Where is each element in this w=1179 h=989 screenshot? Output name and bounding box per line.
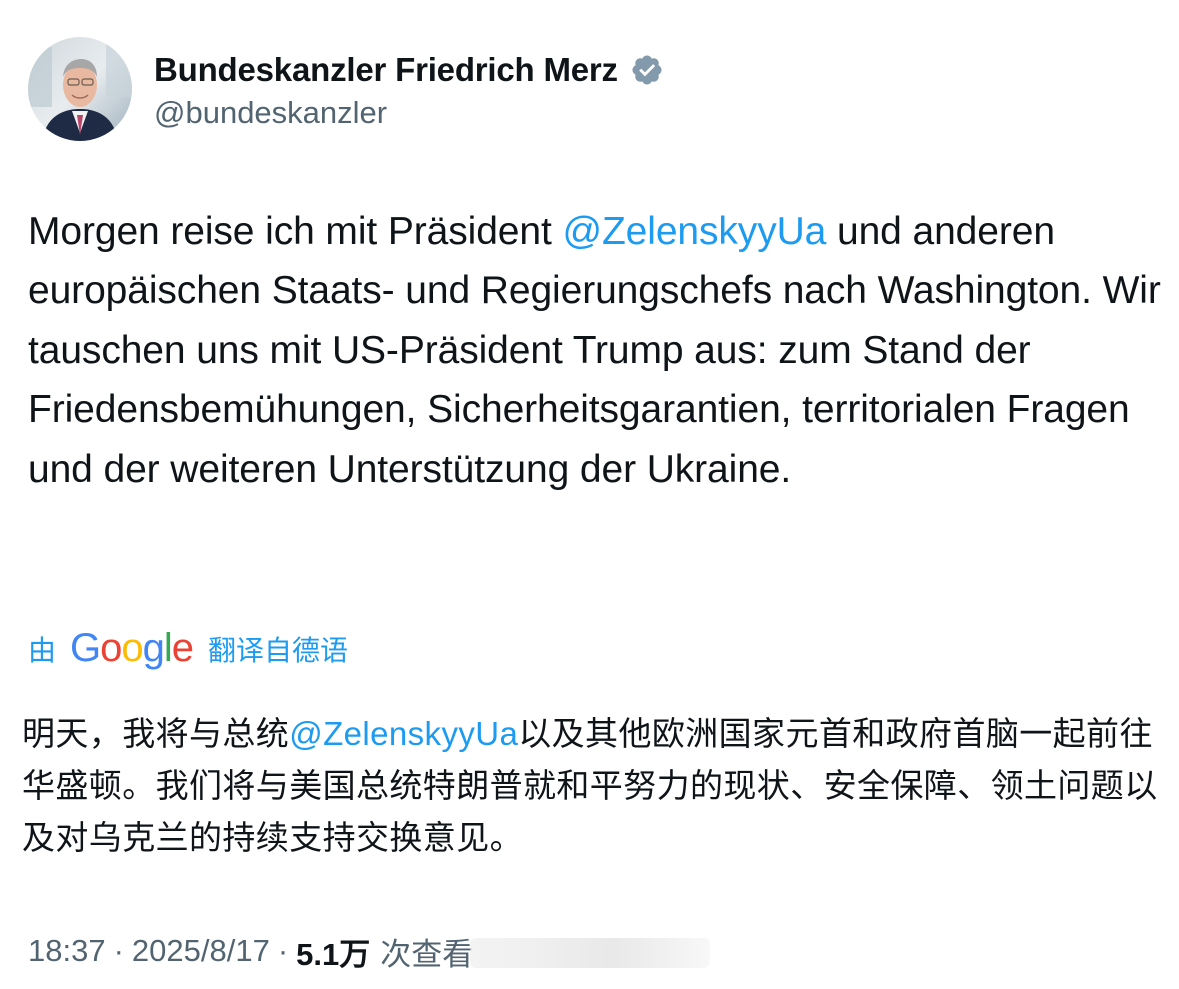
mention-link[interactable]: @ZelenskyyUa bbox=[562, 210, 826, 253]
tweet-text-segment: Morgen reise ich mit Präsident bbox=[28, 210, 563, 253]
author-handle[interactable]: @bundeskanzler bbox=[154, 95, 664, 131]
display-name[interactable]: Bundeskanzler Friedrich Merz bbox=[154, 51, 618, 89]
tweet-text: Morgen reise ich mit Präsident @Zelensky… bbox=[28, 202, 1168, 499]
name-row: Bundeskanzler Friedrich Merz bbox=[154, 45, 664, 95]
views-label: 次查看 bbox=[380, 936, 474, 972]
avatar-photo bbox=[28, 37, 132, 141]
avatar[interactable] bbox=[28, 37, 132, 141]
translation-prefix: 由 bbox=[28, 635, 57, 666]
meta-separator: · bbox=[113, 933, 124, 968]
blur-watermark bbox=[470, 938, 710, 968]
translated-text: 明天，我将与总统@ZelenskyyUa以及其他欧洲国家元首和政府首脑一起前往华… bbox=[22, 708, 1162, 864]
meta-separator: · bbox=[277, 933, 289, 968]
verified-badge-icon[interactable] bbox=[630, 53, 664, 87]
tweet-date[interactable]: 2025/8/17 bbox=[132, 933, 270, 969]
translated-mention-link[interactable]: @ZelenskyyUa bbox=[289, 715, 518, 752]
translated-text-segment: 明天，我将与总统 bbox=[22, 715, 290, 752]
tweet-meta: 18:37 · 2025/8/17 · 5.1万 次查看 bbox=[28, 928, 473, 974]
translation-attribution[interactable]: 由 Google 翻译自德语 bbox=[28, 622, 348, 676]
tweet-time[interactable]: 18:37 bbox=[28, 933, 106, 969]
views-count[interactable]: 5.1万 bbox=[296, 929, 370, 974]
svg-text:Google: Google bbox=[70, 626, 193, 670]
translation-suffix: 翻译自德语 bbox=[208, 635, 349, 666]
tweet-header: Bundeskanzler Friedrich Merz @bundeskanz… bbox=[28, 36, 664, 142]
google-logo-icon: Google bbox=[70, 626, 194, 670]
author-names: Bundeskanzler Friedrich Merz @bundeskanz… bbox=[154, 45, 664, 131]
